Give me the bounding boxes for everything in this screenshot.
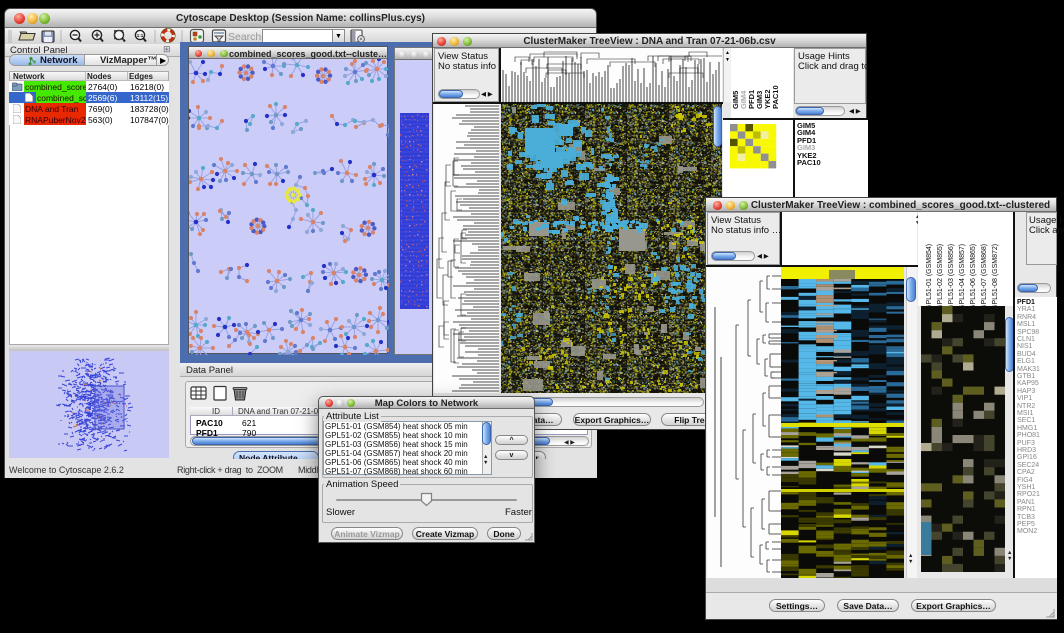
svg-text:1:1: 1:1 [137,33,144,38]
